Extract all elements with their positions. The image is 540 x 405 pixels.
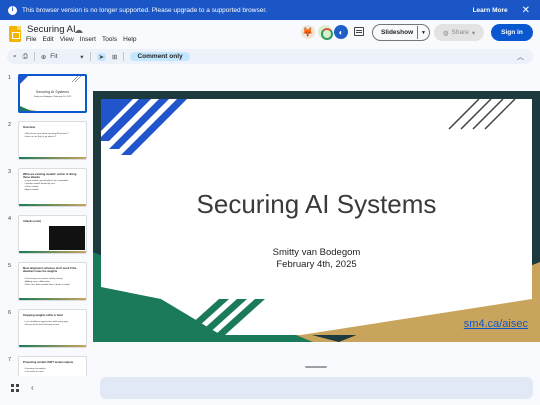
unsupported-browser-banner: i This browser version is no longer supp… — [0, 0, 540, 20]
app-header: Securing AI ☁ File Edit View Insert Tool… — [0, 20, 540, 48]
slide-thumbnail-4[interactable]: Attacks (cont) — [18, 215, 87, 254]
slide-author: Smitty van Bodegom — [272, 247, 361, 258]
thumb-title: Attacks (cont) — [23, 220, 41, 223]
slide-date: February 4th, 2025 — [276, 259, 357, 270]
thumb-body: • Why do we care about securing AI syste… — [24, 133, 69, 139]
banner-message: This browser version is no longer suppor… — [22, 6, 267, 14]
comment-only-mode-button[interactable]: Comment only — [130, 52, 190, 61]
add-comment-icon[interactable]: ⊞ — [112, 53, 117, 61]
cloud-status-icon[interactable]: ☁ — [74, 25, 83, 36]
thumb-body: • Fine-tuning can remove safety training… — [24, 278, 70, 287]
slides-logo-icon[interactable] — [9, 26, 21, 42]
thumb-body: • Large models specifically for the comp… — [24, 180, 69, 192]
learn-more-link[interactable]: Learn More — [473, 7, 508, 14]
share-label: Share — [451, 29, 469, 36]
thumb-title: What are existing models' notion of doin… — [23, 173, 77, 180]
thumb-bar — [19, 345, 86, 347]
chevron-left-icon[interactable]: ‹ — [31, 383, 34, 392]
slide-thumbnail-7[interactable]: Protecting models ISN'T model outputs • … — [18, 356, 87, 376]
menu-help[interactable]: Help — [123, 36, 136, 43]
slide-content: Securing AI Systems Smitty van Bodegom F… — [101, 99, 532, 335]
slide-title: Securing AI Systems — [196, 189, 437, 219]
close-icon[interactable]: ✕ — [522, 5, 530, 16]
thumb-title: Most alignment schemes don't work if the… — [23, 267, 77, 274]
slide-number: 5 — [8, 263, 12, 269]
slide-number: 6 — [8, 310, 12, 316]
slide-thumbnail-3[interactable]: What are existing models' notion of doin… — [18, 168, 87, 207]
toolbar-divider — [33, 52, 35, 61]
slide-number: 4 — [8, 216, 12, 222]
thumb-decoration — [20, 76, 85, 111]
slide-thumbnail-2[interactable]: Overview • Why do we care about securing… — [18, 121, 87, 160]
sign-in-button[interactable]: Sign in — [491, 24, 533, 41]
menu-tools[interactable]: Tools — [102, 36, 117, 43]
print-icon[interactable]: ⎙ — [23, 53, 28, 61]
zoom-chevron-icon[interactable]: ▾ — [80, 53, 83, 61]
slide-thumbnail-6[interactable]: Stopping weights exfils is hard • Lots o… — [18, 309, 87, 348]
menu-view[interactable]: View — [60, 36, 74, 43]
thumb-bar — [19, 204, 86, 206]
slideshow-button[interactable]: Slideshow ▼ — [372, 24, 430, 41]
toolbar-divider — [89, 52, 91, 61]
thumb-screenshot — [49, 226, 85, 250]
collapse-toolbar-icon[interactable]: ︿ — [517, 52, 524, 62]
globe-icon: ◍ — [442, 29, 449, 37]
thumb-title: Securing AI Systems — [35, 90, 70, 94]
select-pointer-icon[interactable]: ➤ — [96, 52, 107, 61]
menu-insert[interactable]: Insert — [80, 36, 96, 43]
thumb-bar — [19, 298, 86, 300]
document-title[interactable]: Securing AI — [27, 24, 76, 35]
chevron-down-icon[interactable]: ▼ — [418, 30, 426, 36]
extension-animal-icon[interactable]: 🦊 — [301, 25, 315, 39]
slide-number: 2 — [8, 122, 12, 128]
thumb-title: Overview — [23, 126, 35, 129]
menu-edit[interactable]: Edit — [42, 36, 53, 43]
slide-number: 1 — [8, 75, 12, 81]
notes-resize-handle[interactable] — [305, 366, 327, 368]
slide-canvas[interactable]: Securing AI Systems Smitty van Bodegom F… — [93, 91, 540, 342]
menu-file[interactable]: File — [26, 36, 36, 43]
search-menus-icon[interactable]: ⌕ — [13, 53, 17, 61]
slide-number: 3 — [8, 169, 12, 175]
zoom-select[interactable]: Fit — [50, 53, 80, 60]
toolbar: ⌕ ⎙ ⊕ Fit ▾ ➤ ⊞ Comment only ︿ — [7, 49, 533, 64]
share-button[interactable]: ◍ Share ▾ — [434, 24, 484, 41]
extension-ring-icon[interactable] — [318, 25, 333, 40]
thumb-bar — [19, 157, 86, 159]
zoom-icon[interactable]: ⊕ — [41, 53, 46, 61]
slide-thumbnail-5[interactable]: Most alignment schemes don't work if the… — [18, 262, 87, 301]
info-icon: i — [8, 5, 17, 15]
thumb-bar — [19, 251, 86, 253]
comments-icon[interactable] — [354, 27, 364, 36]
slide-filmstrip[interactable]: 1 Securing AI Systems Smitty van Bodegom… — [0, 66, 92, 376]
menu-bar: File Edit View Insert Tools Help — [26, 36, 137, 43]
thumb-subtitle: Smitty van Bodegom / February 4th, 2025 — [33, 96, 72, 98]
slide-thumbnail-1[interactable]: Securing AI Systems Smitty van Bodegom /… — [18, 74, 87, 113]
thumb-body: • Securing not weights • Lots more to co… — [24, 368, 46, 374]
share-caret-icon: ▾ — [471, 29, 476, 37]
extension-blue-icon[interactable]: ◐ — [334, 25, 348, 39]
thumb-title: Stopping weights exfils is hard — [23, 314, 63, 317]
slideshow-label: Slideshow — [381, 29, 414, 36]
speaker-notes-panel[interactable] — [100, 377, 533, 399]
thumb-body: • Lots of different approaches with many… — [24, 321, 69, 327]
toolbar-divider — [123, 52, 125, 61]
slide-number: 7 — [8, 357, 12, 363]
grid-view-icon[interactable] — [11, 384, 19, 392]
slide-link[interactable]: sm4.ca/aisec — [464, 318, 528, 330]
thumb-title: Protecting models ISN'T model outputs — [23, 361, 74, 364]
